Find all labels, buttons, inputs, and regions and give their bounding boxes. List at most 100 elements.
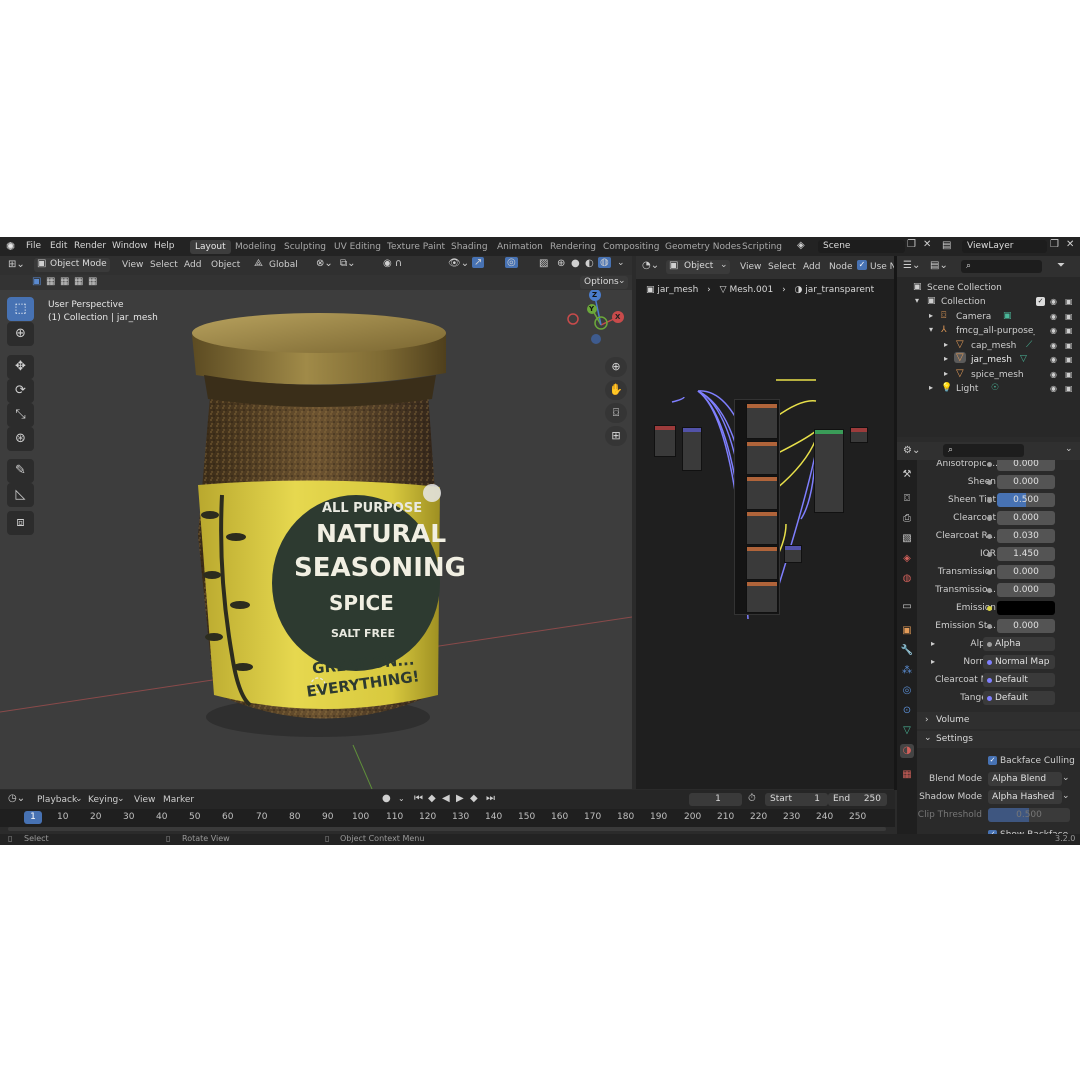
prop-sheen-value[interactable]: 0.000: [997, 475, 1055, 489]
node-image-texture-5[interactable]: [746, 546, 778, 580]
timeline-menu-marker[interactable]: Marker: [163, 795, 194, 805]
backface-culling-checkbox[interactable]: ✓: [988, 756, 997, 765]
proportional-icon[interactable]: ◉ ∩: [383, 258, 402, 269]
tab-shading[interactable]: Shading: [446, 240, 493, 254]
prop-sheen-tint-socket-icon[interactable]: [987, 498, 992, 503]
rotate-tool[interactable]: ⟳: [7, 379, 34, 403]
viewlayer-icon[interactable]: ▤: [942, 240, 951, 251]
node-material-output[interactable]: [850, 427, 868, 443]
current-frame-marker[interactable]: 1: [24, 811, 42, 824]
modifier-tab-icon[interactable]: 🔧: [900, 644, 914, 658]
cap-render-icon[interactable]: ▣: [1065, 341, 1073, 350]
transform-orientation-icon[interactable]: ⟁: [254, 258, 263, 269]
tab-scripting[interactable]: Scripting: [737, 240, 787, 254]
record-icon[interactable]: ●: [382, 793, 391, 804]
visibility-icon[interactable]: 👁⌄: [448, 258, 469, 269]
scene-icon[interactable]: ◈: [797, 240, 805, 251]
menu-render[interactable]: Render: [74, 241, 106, 251]
prop-normal-link[interactable]: Normal Map: [983, 655, 1055, 669]
node-normal-map[interactable]: [784, 545, 802, 563]
cursor-tool[interactable]: ⊕: [7, 322, 34, 346]
mode-dropdown[interactable]: Object Mode ▣: [34, 258, 110, 272]
outliner-scene-collection[interactable]: ▣ Scene Collection: [897, 281, 1080, 295]
next-key-icon[interactable]: ◆: [470, 793, 478, 804]
tab-geometry-nodes[interactable]: Geometry Nodes: [660, 240, 746, 254]
close-viewlayer-icon[interactable]: ✕: [1066, 239, 1074, 250]
expand-light-icon[interactable]: ▸: [929, 383, 933, 392]
gizmo-toggle-icon[interactable]: ↗: [472, 257, 485, 268]
play-reverse-icon[interactable]: ◀: [442, 793, 450, 804]
shading-options-icon[interactable]: ⌄: [617, 258, 625, 268]
snap-icon[interactable]: ⧉⌄: [340, 258, 356, 269]
node-image-texture-3[interactable]: [746, 476, 778, 510]
prop-anisotropic-socket-icon[interactable]: [987, 462, 992, 467]
timeline-menu-keying[interactable]: Keying: [88, 795, 118, 805]
collection-tab-icon[interactable]: ▭: [900, 600, 914, 614]
tool-tab-icon[interactable]: ⚒: [900, 468, 914, 482]
prop-transmission-value[interactable]: 0.000: [997, 565, 1055, 579]
light-eye-icon[interactable]: ◉: [1050, 384, 1057, 393]
node-editor-type-icon[interactable]: ◔⌄: [642, 260, 659, 271]
shader-node-editor[interactable]: ▣ jar_mesh › ▽ Mesh.001 › ◑ jar_transpar…: [636, 279, 894, 789]
stopwatch-icon[interactable]: ⏱: [748, 793, 756, 804]
collapse-fmcg-icon[interactable]: ▾: [929, 325, 933, 334]
outliner-item-collection[interactable]: ▾ ▣ Collection ✓ ◉ ▣: [897, 295, 1080, 309]
xray-icon[interactable]: ▨: [539, 258, 548, 269]
tab-compositing[interactable]: Compositing: [598, 240, 664, 254]
node-image-texture-1[interactable]: [746, 403, 778, 439]
pan-hand-icon[interactable]: ✋: [605, 380, 627, 400]
particles-tab-icon[interactable]: ⁂: [900, 664, 914, 678]
prop-emission-socket-icon[interactable]: [987, 606, 992, 611]
options-button[interactable]: Options ⌄: [580, 276, 628, 289]
outliner-item-light[interactable]: ▸ 💡 Light ☉ ◉ ▣: [897, 382, 1080, 396]
use-nodes-checkbox[interactable]: ✓: [857, 260, 867, 270]
start-frame-field[interactable]: Start 1: [765, 793, 828, 806]
cap-eye-icon[interactable]: ◉: [1050, 341, 1057, 350]
spice-eye-icon[interactable]: ◉: [1050, 370, 1057, 379]
outliner-search-input[interactable]: ⌕: [961, 260, 1042, 273]
menu-file[interactable]: File: [26, 241, 41, 251]
prop-sheen-tint-value[interactable]: 0.500: [997, 493, 1055, 507]
properties-search-input[interactable]: ⌕: [943, 444, 1024, 457]
node-mapping[interactable]: [682, 427, 702, 471]
timeline-menu-playback[interactable]: Playback: [37, 795, 77, 805]
expand-jar-icon[interactable]: ▸: [944, 354, 948, 363]
prop-transmission-socket-icon[interactable]: [987, 570, 992, 575]
clip-threshold-value[interactable]: 0.500: [988, 808, 1070, 822]
collapse-collection-icon[interactable]: ▾: [915, 296, 919, 305]
world-tab-icon[interactable]: ◍: [900, 572, 914, 586]
prop-emission-strength-value[interactable]: 0.000: [997, 619, 1055, 633]
transform-orientation[interactable]: Global: [269, 260, 298, 270]
expand-cap-icon[interactable]: ▸: [944, 340, 948, 349]
node-menu-node[interactable]: Node: [829, 262, 853, 272]
collection-eye-icon[interactable]: ◉: [1050, 297, 1057, 306]
shading-material-icon[interactable]: ◐: [585, 258, 594, 269]
scale-tool[interactable]: ⤡: [7, 403, 34, 427]
prop-clearcoat-value[interactable]: 0.000: [997, 511, 1055, 525]
annotate-tool[interactable]: ✎: [7, 459, 34, 483]
timeline-ruler[interactable]: 1 10 20 30 40 50 60 70 80 90 100 110 120…: [0, 809, 895, 827]
jar-eye-icon[interactable]: ◉: [1050, 355, 1057, 364]
prop-sheen-socket-icon[interactable]: [987, 480, 992, 485]
shading-solid-icon[interactable]: ●: [571, 258, 580, 269]
jump-end-icon[interactable]: ⏭: [486, 793, 495, 804]
tab-animation[interactable]: Animation: [492, 240, 548, 254]
record-options-icon[interactable]: ⌄: [398, 794, 405, 803]
filter-icon[interactable]: ⏷: [1057, 260, 1065, 271]
blend-mode-dropdown[interactable]: Alpha Blend: [988, 772, 1062, 786]
properties-options-icon[interactable]: ⌄: [1065, 444, 1073, 454]
select-mode-icons[interactable]: ▣: [32, 276, 41, 287]
node-menu-select[interactable]: Select: [768, 262, 796, 272]
prop-clearcoat-normal-link[interactable]: Default: [983, 673, 1055, 687]
expand-spice-icon[interactable]: ▸: [944, 369, 948, 378]
shader-type-dropdown[interactable]: ▣ Object ⌄: [666, 260, 730, 274]
timeline-scrollbar[interactable]: [8, 827, 886, 831]
tab-layout[interactable]: Layout: [190, 240, 231, 254]
node-image-texture-4[interactable]: [746, 511, 778, 545]
expand-normal-icon[interactable]: ▸: [931, 657, 935, 666]
add-cube-tool[interactable]: ⧈: [7, 511, 34, 535]
select-mode-subtract-icon[interactable]: ▦: [60, 276, 69, 287]
light-render-icon[interactable]: ▣: [1065, 384, 1073, 393]
node-principled-bsdf[interactable]: [814, 429, 844, 513]
play-icon[interactable]: ▶: [456, 793, 464, 804]
